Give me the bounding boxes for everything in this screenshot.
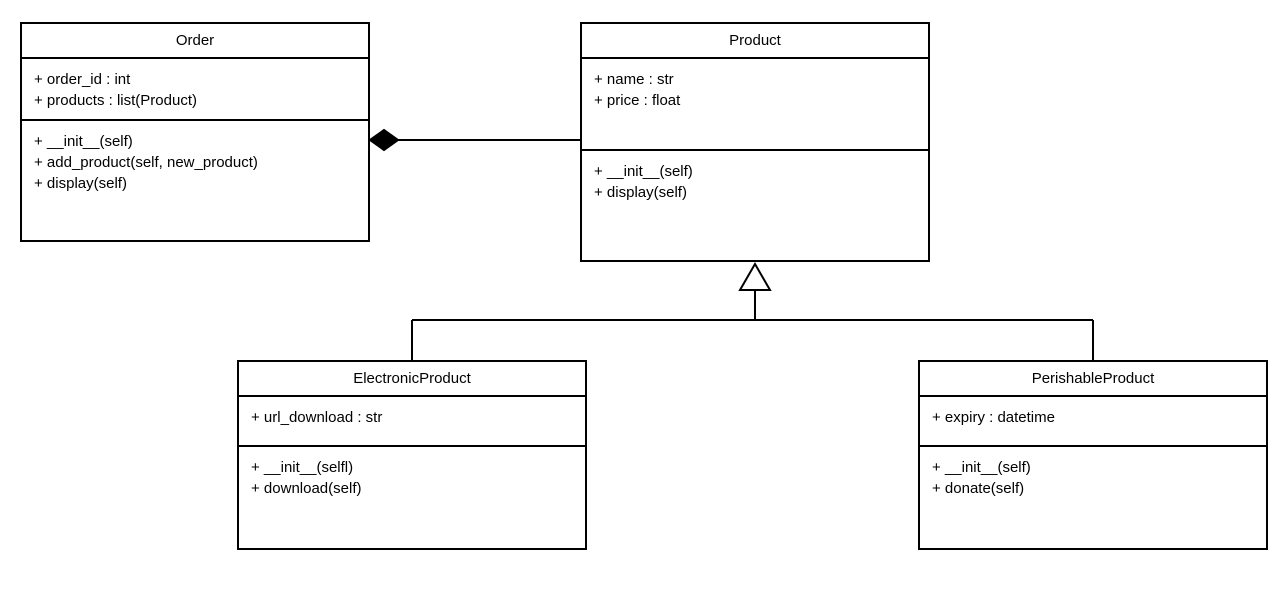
class-electronic-title: ElectronicProduct — [239, 362, 585, 397]
method-line: + display(self) — [34, 173, 356, 194]
class-product-methods: + __init__(self) + display(self) — [582, 151, 928, 260]
method-line: + __init__(self) — [34, 131, 356, 152]
class-electronic-attributes: + url_download : str — [239, 397, 585, 447]
method-line: + donate(self) — [932, 478, 1254, 499]
method-line: + add_product(self, new_product) — [34, 152, 356, 173]
composition-diamond-icon — [370, 130, 398, 150]
class-order-title: Order — [22, 24, 368, 59]
attr-line: + order_id : int — [34, 69, 356, 90]
uml-diagram-canvas: Order + order_id : int + products : list… — [0, 0, 1288, 598]
class-product: Product + name : str + price : float + _… — [580, 22, 930, 262]
method-line: + __init__(self) — [594, 161, 916, 182]
class-perishable-methods: + __init__(self) + donate(self) — [920, 447, 1266, 548]
class-product-attributes: + name : str + price : float — [582, 59, 928, 151]
attr-line: + products : list(Product) — [34, 90, 356, 111]
method-line: + display(self) — [594, 182, 916, 203]
attr-line: + name : str — [594, 69, 916, 90]
class-perishable-attributes: + expiry : datetime — [920, 397, 1266, 447]
inheritance-arrow-icon — [740, 264, 770, 290]
class-product-title: Product — [582, 24, 928, 59]
class-electronic-product: ElectronicProduct + url_download : str +… — [237, 360, 587, 550]
class-electronic-methods: + __init__(selfl) + download(self) — [239, 447, 585, 548]
class-perishable-title: PerishableProduct — [920, 362, 1266, 397]
attr-line: + url_download : str — [251, 407, 573, 428]
class-order: Order + order_id : int + products : list… — [20, 22, 370, 242]
method-line: + __init__(selfl) — [251, 457, 573, 478]
class-order-methods: + __init__(self) + add_product(self, new… — [22, 121, 368, 240]
attr-line: + expiry : datetime — [932, 407, 1254, 428]
class-order-attributes: + order_id : int + products : list(Produ… — [22, 59, 368, 121]
method-line: + download(self) — [251, 478, 573, 499]
class-perishable-product: PerishableProduct + expiry : datetime + … — [918, 360, 1268, 550]
relation-order-product-composition — [370, 120, 580, 160]
attr-line: + price : float — [594, 90, 916, 111]
method-line: + __init__(self) — [932, 457, 1254, 478]
